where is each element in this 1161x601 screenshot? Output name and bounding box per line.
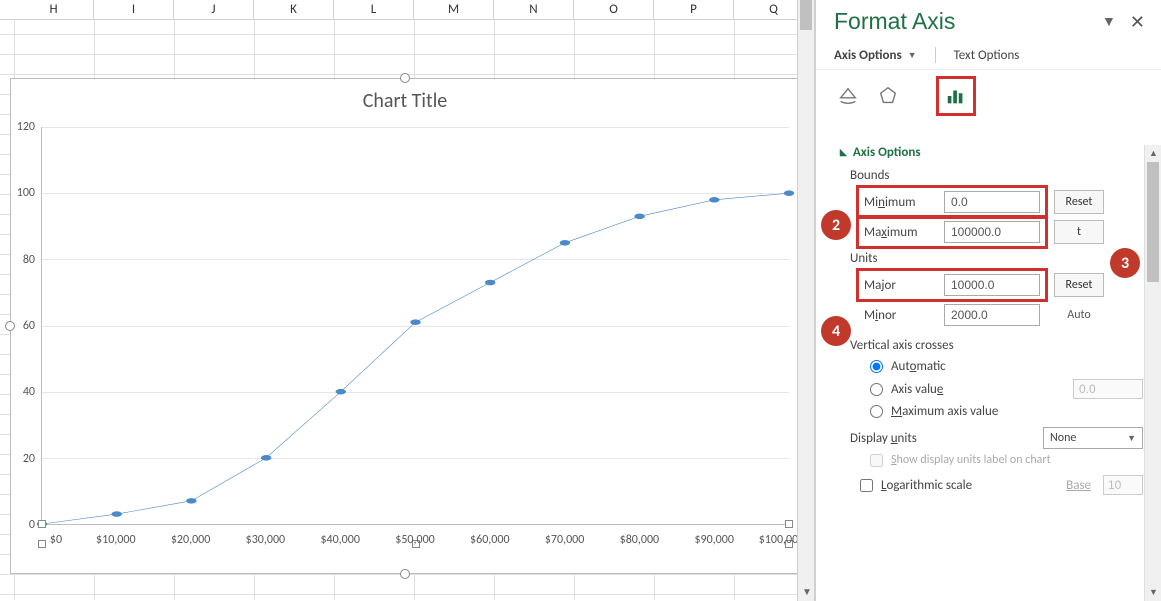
radio-max-axis[interactable] xyxy=(870,405,883,418)
effects-icon[interactable] xyxy=(874,82,902,110)
major-input[interactable] xyxy=(944,274,1040,296)
major-row-highlight: Major xyxy=(860,272,1044,298)
scroll-up-icon[interactable]: ▲ xyxy=(1145,145,1161,162)
log-scale-checkbox[interactable] xyxy=(860,479,873,492)
display-units-label: Display units xyxy=(850,431,917,446)
maximum-input[interactable] xyxy=(944,221,1040,243)
vac-axis-value-radio[interactable]: Axis value xyxy=(870,379,1143,399)
col-header[interactable]: M xyxy=(414,0,494,19)
worksheet-area: H I J K L M N O P Q Chart Title xyxy=(0,0,820,601)
annotation-badge-4: 4 xyxy=(821,316,851,346)
scroll-thumb[interactable] xyxy=(1147,162,1159,282)
base-input xyxy=(1103,475,1143,495)
plot-area[interactable] xyxy=(41,127,789,525)
col-header[interactable]: I xyxy=(94,0,174,19)
chart-handle-top[interactable] xyxy=(400,73,410,83)
minimum-label: Minimum xyxy=(864,195,944,210)
chevron-down-icon: ▼ xyxy=(908,50,917,61)
chart-markers-svg xyxy=(42,127,789,524)
minor-input[interactable] xyxy=(944,304,1040,326)
minimum-row-highlight: Minimum xyxy=(860,189,1044,215)
bounds-label: Bounds xyxy=(850,168,1143,183)
chart-handle-bottom[interactable] xyxy=(400,569,410,579)
pane-body: Axis Options Bounds Minimum Reset Maximu… xyxy=(816,145,1143,601)
col-header[interactable]: P xyxy=(654,0,734,19)
major-label: Major xyxy=(864,278,944,293)
chart-object[interactable]: Chart Title 0 20 40 60 80 xyxy=(10,78,800,574)
col-header[interactable]: L xyxy=(334,0,414,19)
radio-axis-value[interactable] xyxy=(870,383,883,396)
close-icon[interactable]: ✕ xyxy=(1130,11,1145,33)
col-header[interactable]: K xyxy=(254,0,334,19)
col-header[interactable]: J xyxy=(174,0,254,19)
axis-sel-handle[interactable] xyxy=(785,520,793,528)
pane-menu-icon[interactable]: ▼ xyxy=(1102,13,1116,30)
col-header[interactable]: H xyxy=(14,0,94,19)
minor-row: Minor xyxy=(860,302,1044,328)
annotation-badge-3: 3 xyxy=(1110,248,1140,278)
radio-automatic[interactable] xyxy=(870,360,883,373)
axis-sel-handle[interactable] xyxy=(38,520,46,528)
show-du-check xyxy=(870,454,883,467)
minimum-reset-button[interactable]: Reset xyxy=(1054,190,1104,214)
x-axis-labels[interactable]: $0 $10,000 $20,000 $30,000 $40,000 $50,0… xyxy=(41,533,789,553)
units-label: Units xyxy=(850,251,1143,266)
vac-max-axis-radio[interactable]: Maximum axis value xyxy=(870,404,1143,419)
format-axis-pane: Format Axis ▼ ✕ Axis Options ▼ Text Opti… xyxy=(815,0,1161,601)
col-header[interactable]: N xyxy=(494,0,574,19)
maximum-label: Maximum xyxy=(864,225,944,240)
axis-value-input xyxy=(1073,379,1143,399)
minor-auto-label: Auto xyxy=(1054,308,1104,322)
base-label: Base xyxy=(1066,478,1091,493)
tab-divider xyxy=(935,47,936,63)
scroll-thumb[interactable] xyxy=(800,0,812,30)
minor-label: Minor xyxy=(864,308,944,323)
display-units-select[interactable]: None ▼ xyxy=(1043,427,1143,449)
col-header[interactable]: O xyxy=(574,0,654,19)
show-display-units-checkbox: Show display units label on chart xyxy=(870,453,1143,467)
annotation-badge-2: 2 xyxy=(821,210,851,240)
vac-automatic-radio[interactable]: Automatic xyxy=(870,359,1143,374)
tab-axis-options[interactable]: Axis Options ▼ xyxy=(834,48,917,63)
scroll-down-icon[interactable]: ▼ xyxy=(1145,584,1161,601)
chart-title[interactable]: Chart Title xyxy=(11,89,799,113)
chevron-down-icon: ▼ xyxy=(1127,433,1136,444)
major-reset-button[interactable]: Reset xyxy=(1054,273,1104,297)
fill-line-icon[interactable] xyxy=(834,82,862,110)
tab-text-options[interactable]: Text Options xyxy=(954,48,1020,63)
vac-label: Vertical axis crosses xyxy=(850,338,1143,353)
maximum-row-highlight: Maximum xyxy=(860,219,1044,245)
y-axis-labels: 0 20 40 60 80 100 120 xyxy=(11,127,39,525)
maximum-reset-button[interactable]: t xyxy=(1054,220,1104,244)
axis-options-icon[interactable] xyxy=(942,82,970,110)
column-headers: H I J K L M N O P Q xyxy=(0,0,820,20)
section-axis-options[interactable]: Axis Options xyxy=(840,145,1143,160)
pane-title: Format Axis xyxy=(834,8,955,35)
worksheet-vscrollbar[interactable]: ▲ ▼ xyxy=(797,0,815,601)
pane-vscrollbar[interactable]: ▲ ▼ xyxy=(1144,145,1161,601)
scroll-down-icon[interactable]: ▼ xyxy=(798,583,816,601)
minimum-input[interactable] xyxy=(944,191,1040,213)
